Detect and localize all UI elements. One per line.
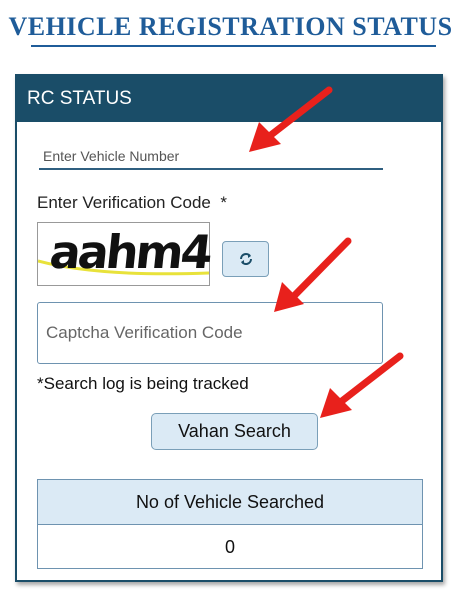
panel-header: RC STATUS bbox=[17, 76, 441, 122]
refresh-icon bbox=[239, 253, 252, 265]
counter-header: No of Vehicle Searched bbox=[38, 480, 422, 525]
arrow-icon bbox=[274, 237, 352, 312]
tracking-note: *Search log is being tracked bbox=[37, 374, 249, 393]
page-title: VEHICLE REGISTRATION STATUS bbox=[8, 12, 453, 41]
vehicle-search-counter: No of Vehicle Searched 0 bbox=[37, 479, 423, 569]
vahan-search-button[interactable]: Vahan Search bbox=[151, 413, 318, 450]
verification-code-label: Enter Verification Code * bbox=[37, 193, 227, 212]
rc-status-panel: RC STATUS Enter Verification Code * aahm… bbox=[15, 74, 443, 582]
arrow-icon bbox=[249, 86, 333, 152]
refresh-captcha-button[interactable] bbox=[222, 241, 269, 277]
counter-value: 0 bbox=[224, 537, 235, 557]
title-underline bbox=[31, 45, 436, 47]
captcha-image: aahm4 bbox=[37, 222, 213, 286]
arrow-icon bbox=[320, 352, 404, 418]
captcha-text: aahm4 bbox=[47, 225, 213, 279]
